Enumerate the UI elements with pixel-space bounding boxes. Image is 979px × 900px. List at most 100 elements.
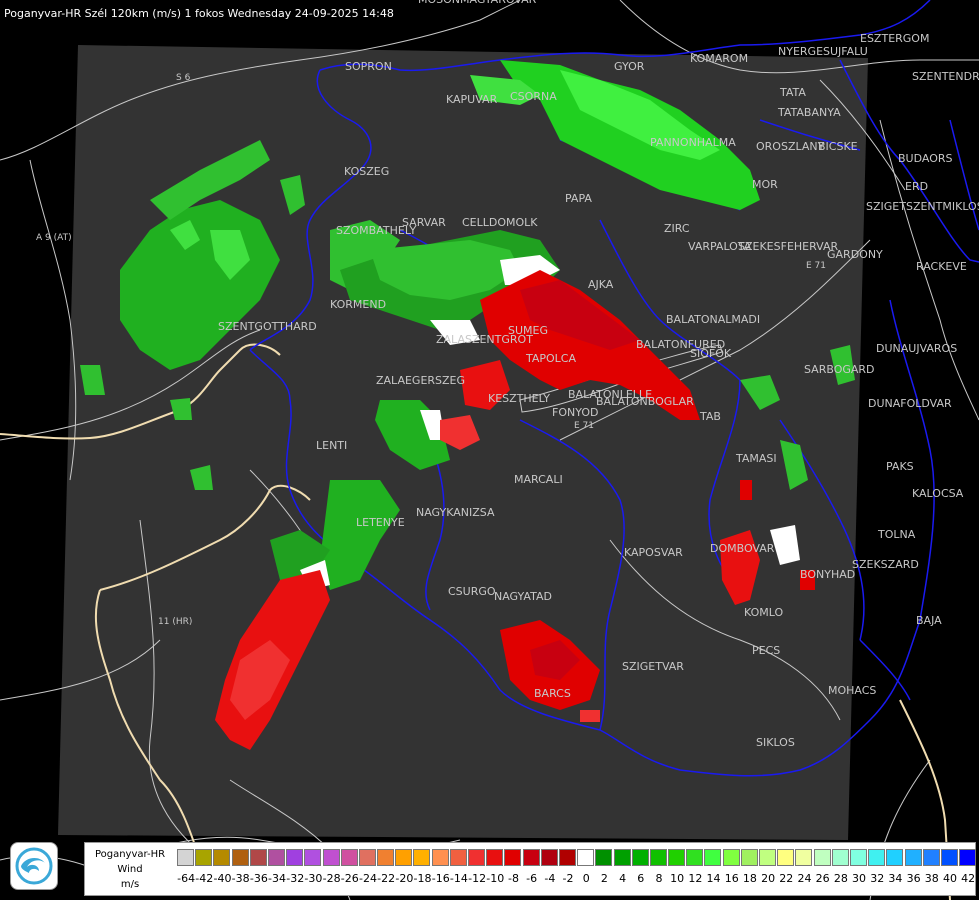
city-label: NAGYATAD: [494, 590, 552, 603]
legend-tick-label: -2: [562, 872, 574, 885]
city-label: PAKS: [886, 460, 914, 473]
legend-tick-label: -40: [213, 872, 232, 885]
city-label: ZALASZENTGROT: [436, 333, 533, 346]
city-label: CELLDOMOLK: [462, 216, 538, 229]
city-label: NYERGESUJFALU: [778, 45, 868, 58]
city-label: TAB: [699, 410, 721, 423]
legend-swatch: [759, 849, 776, 866]
legend-swatch: [668, 849, 686, 866]
legend-tick-label: -32: [286, 872, 305, 885]
city-label: KORMEND: [330, 298, 386, 311]
city-label: ERD: [905, 180, 928, 193]
legend-tick-label: 38: [924, 872, 939, 885]
legend-tick-label: -6: [526, 872, 538, 885]
city-label: MOHACS: [828, 684, 876, 697]
radar-screen: MOSONMAGYAROVAR SOPRON GYOR KAPUVAR CSORNA KO…: [0, 0, 979, 900]
legend-tick-label: -30: [304, 872, 323, 885]
city-label: SOPRON: [345, 60, 392, 73]
legend-tick-label: 12: [688, 872, 703, 885]
legend-swatch: [340, 849, 358, 866]
road-label: E 71: [806, 261, 826, 271]
legend-tick-label: 6: [637, 872, 645, 885]
legend-tick-label: -16: [431, 872, 450, 885]
city-label: SZENTENDRE: [912, 70, 979, 83]
legend-swatch: [595, 849, 613, 866]
legend-swatch: [413, 849, 431, 866]
city-label: KOMAROM: [690, 52, 748, 65]
legend-swatch: [813, 849, 831, 866]
legend-tick-label: -22: [377, 872, 396, 885]
legend-swatch: [795, 849, 813, 866]
legend-tick-label: 8: [655, 872, 663, 885]
legend-swatch: [395, 849, 413, 866]
legend-tick-label: -38: [231, 872, 250, 885]
legend-swatch: [249, 849, 267, 866]
legend-swatches: [177, 849, 977, 867]
legend-tick-label: 18: [742, 872, 757, 885]
radar-title: Poganyvar-HR Szél 120km (m/s) 1 fokos We…: [4, 7, 394, 20]
legend-ticks: -64 -42 -40 -38 -36 -34 -32 -30 -28 -26 -24 -22 -20-…: [177, 872, 977, 886]
legend-swatch: [922, 849, 940, 866]
city-label: PANNONHALMA: [650, 136, 736, 149]
legend-tick-label: -34: [268, 872, 287, 885]
legend-swatch: [777, 849, 795, 866]
city-label: TATA: [779, 86, 806, 99]
legend-tick-label: 36: [906, 872, 921, 885]
legend-swatch: [304, 849, 322, 866]
legend-radar-name: Poganyvar-HR: [94, 849, 166, 860]
legend-tick-label: 40: [942, 872, 957, 885]
city-label: TOLNA: [877, 528, 916, 541]
legend-tick-label: -12: [468, 872, 487, 885]
city-label: BARCS: [534, 687, 571, 700]
legend-swatch: [504, 849, 522, 866]
city-label: AJKA: [588, 278, 614, 291]
city-label: BICSKE: [818, 140, 858, 153]
city-label: GARDONY: [827, 248, 883, 261]
city-label: RACKEVE: [916, 260, 967, 273]
legend-tick-label: -42: [195, 872, 214, 885]
legend-tick-label: -64: [177, 872, 196, 885]
legend-swatch: [959, 849, 977, 866]
legend-swatch: [267, 849, 285, 866]
city-label: SARBOGARD: [804, 363, 875, 376]
legend-tick-label: 30: [852, 872, 867, 885]
legend-title: Poganyvar-HR Wind m/s: [87, 847, 173, 892]
legend-swatch: [740, 849, 758, 866]
legend-swatch: [686, 849, 704, 866]
city-label: SZEKSZARD: [852, 558, 919, 571]
city-label: OROSZLANY: [756, 140, 825, 153]
legend-swatch: [649, 849, 667, 866]
city-label: KAPUVAR: [446, 93, 498, 106]
legend-swatch: [449, 849, 467, 866]
legend-tick-label: -14: [449, 872, 468, 885]
legend-tick-label: 2: [600, 872, 608, 885]
city-label: LENTI: [316, 439, 347, 452]
city-label: NAGYKANIZSA: [416, 506, 495, 519]
legend-tick-label: -8: [507, 872, 519, 885]
road-label: 11 (HR): [158, 617, 192, 627]
city-label: BALATONBOGLAR: [596, 395, 694, 408]
city-label: SIKLOS: [756, 736, 795, 749]
city-label: MOR: [752, 178, 778, 191]
city-label: TAMASI: [735, 452, 777, 465]
legend-swatch: [377, 849, 395, 866]
city-label: SIOFOK: [690, 347, 732, 360]
legend-swatch: [722, 849, 740, 866]
city-label: BONYHAD: [800, 568, 855, 581]
legend-tick-label: 24: [797, 872, 812, 885]
legend-swatch: [195, 849, 213, 866]
road-label: S 6: [176, 73, 191, 83]
legend-swatch: [904, 849, 922, 866]
city-label: BAJA: [916, 614, 942, 627]
city-label: PAPA: [565, 192, 592, 205]
legend-tick-label: 22: [779, 872, 794, 885]
city-label: KOMLO: [744, 606, 783, 619]
road-label: A 9 (AT): [36, 233, 72, 243]
legend-tick-label: 20: [761, 872, 776, 885]
city-label: SZIGETVAR: [622, 660, 684, 673]
city-label: KAPOSVAR: [624, 546, 683, 559]
legend-tick-label: -4: [544, 872, 556, 885]
legend-swatch: [704, 849, 722, 866]
legend-swatch: [286, 849, 304, 866]
legend-swatch: [831, 849, 849, 866]
